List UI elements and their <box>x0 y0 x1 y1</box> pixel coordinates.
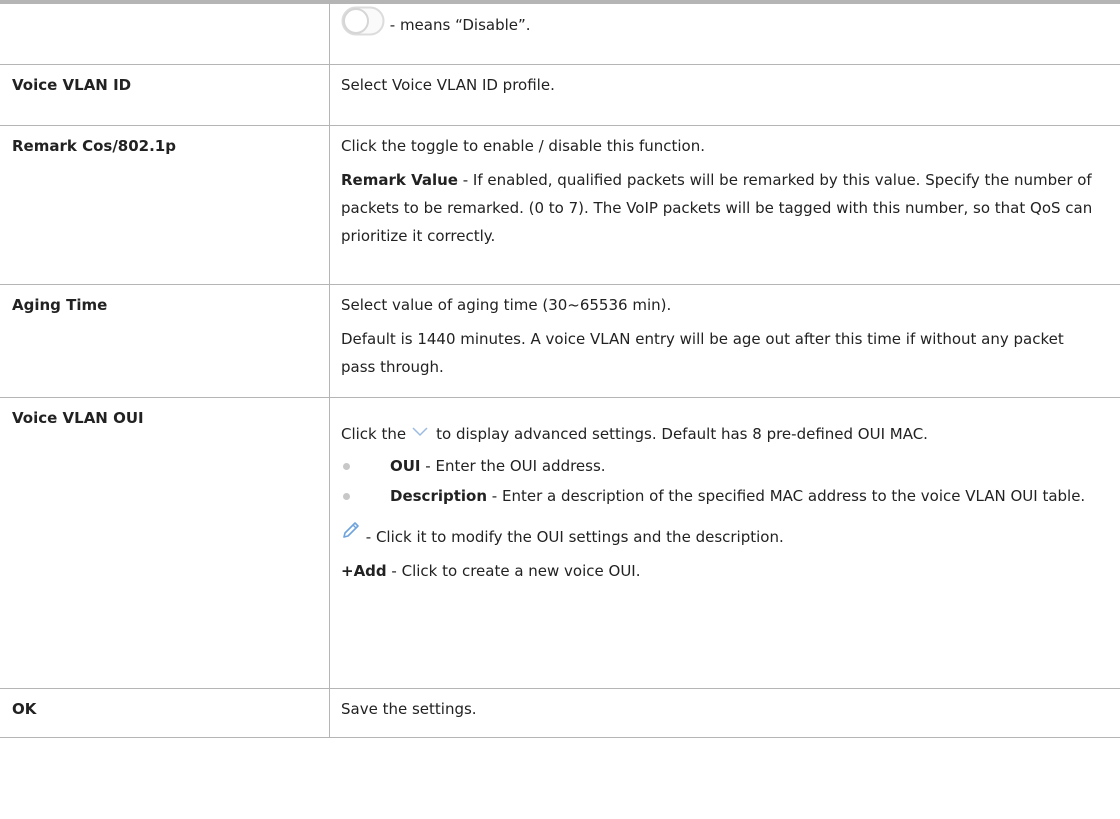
row-term: Remark Cos/802.1p <box>0 125 330 285</box>
row-term <box>0 0 330 65</box>
description-text: Click the toggle to enable / disable thi… <box>341 137 705 155</box>
description-text: +Add - Click to create a new voice OUI. <box>341 557 1098 585</box>
pencil-icon <box>341 520 361 549</box>
table-row: Remark Cos/802.1p Click the toggle to en… <box>0 125 1120 285</box>
row-description: Select Voice VLAN ID profile. <box>329 64 1120 126</box>
row-term: Voice VLAN ID <box>0 64 330 126</box>
remark-value-label: Remark Value <box>341 171 458 189</box>
row-term: OK <box>0 688 330 738</box>
table-row: - means “Disable”. <box>0 0 1120 65</box>
row-description: Save the settings. <box>329 688 1120 738</box>
table-row: Voice VLAN OUI Click the to display advan… <box>0 397 1120 689</box>
list-item: Description - Enter a description of the… <box>341 482 1098 510</box>
table-row: OK Save the settings. <box>0 688 1120 738</box>
row-description: Select value of aging time (30~65536 min… <box>329 284 1120 398</box>
oui-lead-before: Click the <box>341 425 407 443</box>
description-text: Save the settings. <box>341 700 477 718</box>
description-text: Click the to display advanced settings. D… <box>341 418 1098 448</box>
description-text: Default is 1440 minutes. A voice VLAN en… <box>341 330 1064 376</box>
pencil-description: - Click it to modify the OUI settings an… <box>361 528 784 546</box>
row-term: Aging Time <box>0 284 330 398</box>
chevron-down-icon <box>412 418 428 446</box>
bullet-label: OUI <box>390 457 421 475</box>
parameter-table: - means “Disable”. Voice VLAN ID Select … <box>0 0 1120 738</box>
row-term: Voice VLAN OUI <box>0 397 330 689</box>
description-text: Select Voice VLAN ID profile. <box>341 76 555 94</box>
toggle-off-icon <box>341 6 385 45</box>
row-description: Click the toggle to enable / disable thi… <box>329 125 1120 285</box>
bullet-list: OUI - Enter the OUI address. Description… <box>341 452 1098 510</box>
oui-lead-after: to display advanced settings. Default ha… <box>436 425 928 443</box>
toggle-disable-text: - means “Disable”. <box>385 16 531 34</box>
row-description: - means “Disable”. <box>329 0 1120 65</box>
row-description: Click the to display advanced settings. D… <box>329 397 1120 689</box>
description-text: - Click it to modify the OUI settings an… <box>341 520 1098 551</box>
table-row: Voice VLAN ID Select Voice VLAN ID profi… <box>0 64 1120 126</box>
list-item: OUI - Enter the OUI address. <box>341 452 1098 480</box>
bullet-icon <box>343 493 350 500</box>
bullet-label: Description <box>390 487 488 505</box>
table-row: Aging Time Select value of aging time (3… <box>0 284 1120 398</box>
description-text: Select value of aging time (30~65536 min… <box>341 296 672 314</box>
add-label: +Add <box>341 562 387 580</box>
bullet-icon <box>343 463 350 470</box>
bullet-text: - Enter the OUI address. <box>420 457 606 475</box>
description-text: Remark Value - If enabled, qualified pac… <box>341 166 1098 250</box>
add-description: - Click to create a new voice OUI. <box>386 562 641 580</box>
bullet-text: - Enter a description of the specified M… <box>487 487 1086 505</box>
